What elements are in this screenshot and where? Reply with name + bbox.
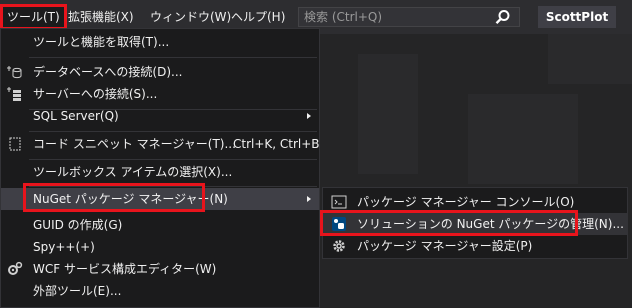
editor-shade: [358, 54, 418, 174]
user-badge[interactable]: ScottPlot: [538, 6, 616, 28]
menu-item-label: SQL Server(Q): [33, 109, 119, 123]
settings-gear-icon: [333, 240, 345, 252]
menu-item-label: Spy++(+): [33, 240, 95, 254]
database-connect-icon: [7, 66, 22, 79]
search-input[interactable]: 検索 (Ctrl+Q): [298, 7, 520, 27]
tools-menu-dropdown: ツールと機能を取得(T)... データベースへの接続(D)... サーバーへの接…: [0, 28, 320, 308]
menu-item-get-tools[interactable]: ツールと機能を取得(T)...: [1, 31, 319, 53]
menu-help[interactable]: ヘルプ(H): [226, 6, 290, 28]
menu-item-snippet-manager[interactable]: コード スニペット マネージャー(T)... Ctrl+K, Ctrl+B: [1, 133, 320, 155]
menu-item-label: コード スニペット マネージャー(T)...: [33, 137, 236, 151]
menu-item-label: GUID の作成(G): [33, 218, 123, 232]
menu-item-label: ツールボックス アイテムの選択(X)...: [33, 165, 233, 179]
annotation-highlight-nuget: [23, 183, 205, 212]
menu-item-label: サーバーへの接続(S)...: [33, 87, 158, 101]
menu-item-wcf-editor[interactable]: WCF サービス構成エディター(W): [1, 258, 319, 280]
gears-icon: [8, 261, 23, 275]
menu-window[interactable]: ウィンドウ(W): [145, 6, 236, 28]
menu-item-create-guid[interactable]: GUID の作成(G): [1, 214, 319, 236]
menu-separator: [29, 57, 317, 58]
menu-item-toolbox-items[interactable]: ツールボックス アイテムの選択(X)...: [1, 161, 319, 183]
menu-item-external-tools[interactable]: 外部ツール(E)...: [1, 280, 319, 302]
submenu-item-package-settings[interactable]: パッケージ マネージャー設定(P): [323, 235, 627, 257]
menu-extensions[interactable]: 拡張機能(X): [63, 6, 139, 28]
console-icon: [331, 195, 347, 209]
editor-area: [318, 34, 632, 308]
search-icon[interactable]: [495, 9, 511, 25]
submenu-arrow-icon: [307, 113, 311, 119]
snippet-icon: [9, 137, 21, 151]
menu-item-label: ツールと機能を取得(T)...: [33, 35, 170, 49]
server-connect-icon: [7, 87, 21, 101]
editor-shade: [468, 94, 578, 184]
menu-item-connect-database[interactable]: データベースへの接続(D)...: [1, 61, 319, 83]
menu-item-label: データベースへの接続(D)...: [33, 65, 183, 79]
menu-separator: [29, 159, 317, 160]
menu-item-spy[interactable]: Spy++(+): [1, 236, 319, 258]
menu-separator: [29, 131, 317, 132]
menu-item-label: WCF サービス構成エディター(W): [33, 262, 217, 276]
submenu-arrow-icon: [307, 196, 311, 202]
editor-shade: [548, 34, 632, 84]
menu-item-connect-server[interactable]: サーバーへの接続(S)...: [1, 83, 319, 105]
search-placeholder: 検索 (Ctrl+Q): [304, 10, 383, 24]
menu-item-shortcut: Ctrl+K, Ctrl+B: [233, 137, 320, 151]
annotation-highlight-manage-packages: [320, 210, 578, 236]
menu-item-sql-server[interactable]: SQL Server(Q): [1, 105, 319, 127]
menu-item-label: 外部ツール(E)...: [33, 284, 122, 298]
menu-item-label: パッケージ マネージャー設定(P): [357, 239, 533, 253]
menu-tools[interactable]: ツール(T): [0, 4, 67, 30]
